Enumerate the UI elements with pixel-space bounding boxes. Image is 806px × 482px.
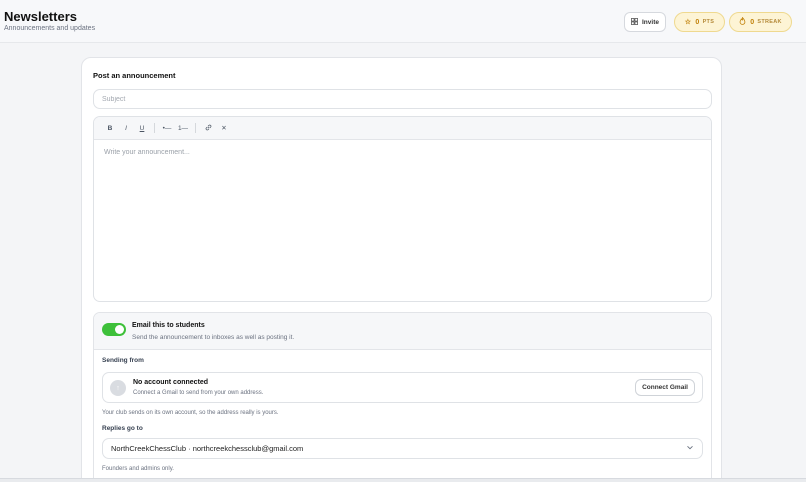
account-box: ↑ No account connected Connect a Gmail t… <box>102 372 703 403</box>
close-icon: ✕ <box>221 125 227 132</box>
page-header: Newsletters Announcements and updates In… <box>0 0 806 43</box>
grid-icon <box>631 17 638 27</box>
sending-from-label: Sending from <box>102 357 144 364</box>
chevron-down-icon <box>687 445 693 452</box>
points-unit: PTS <box>702 19 715 25</box>
replies-helper: Founders and admins only. <box>102 466 174 472</box>
bullet-list-button[interactable]: •— <box>159 120 175 136</box>
subject-input[interactable] <box>93 89 712 109</box>
bullet-list-icon: •— <box>162 124 172 132</box>
italic-button[interactable]: I <box>118 120 134 136</box>
link-icon <box>205 124 212 133</box>
invite-button[interactable]: Invite <box>624 12 666 32</box>
editor-placeholder: Write your announcement... <box>104 149 190 156</box>
clear-format-button[interactable]: ✕ <box>216 120 232 136</box>
invite-label: Invite <box>642 18 659 26</box>
replies-to-value: NorthCreekChessClub · northcreekchessclu… <box>111 444 304 453</box>
email-toggle[interactable] <box>102 323 126 336</box>
numbered-list-button[interactable]: 1— <box>175 120 191 136</box>
account-avatar-icon: ↑ <box>110 380 126 396</box>
replies-to-select[interactable]: NorthCreekChessClub · northcreekchessclu… <box>102 438 703 459</box>
link-button[interactable] <box>200 120 216 136</box>
star-icon: ☆ <box>684 19 692 26</box>
bold-icon: B <box>107 124 113 132</box>
email-toggle-description: Send the announcement to inboxes as well… <box>132 334 295 341</box>
connect-gmail-button[interactable]: Connect Gmail <box>635 379 695 396</box>
account-description: Connect a Gmail to send from your own ad… <box>133 390 264 396</box>
editor-body[interactable]: Write your announcement... <box>94 140 711 165</box>
streak-badge[interactable]: 0 STREAK <box>729 12 792 32</box>
announcement-editor: B I U •— 1— ✕ Write your announcement... <box>93 116 712 302</box>
italic-icon: I <box>125 124 127 132</box>
announcement-card: Post an announcement B I U •— 1— ✕ Write… <box>81 57 722 482</box>
bottom-scroll-edge <box>0 478 806 482</box>
toggle-knob <box>115 325 124 334</box>
card-title: Post an announcement <box>93 71 176 80</box>
email-toggle-row: Email this to students Send the announce… <box>94 313 711 350</box>
underline-icon: U <box>139 124 145 132</box>
flame-icon <box>739 16 746 27</box>
account-title: No account connected <box>133 379 209 386</box>
bold-button[interactable]: B <box>102 120 118 136</box>
underline-button[interactable]: U <box>134 120 150 136</box>
sending-from-helper: Your club sends on its own account, so t… <box>102 410 279 416</box>
email-section: Email this to students Send the announce… <box>93 312 712 482</box>
toolbar-divider <box>195 123 196 133</box>
toolbar-divider <box>154 123 155 133</box>
points-badge[interactable]: ☆ 0 PTS <box>674 12 725 32</box>
points-value: 0 <box>695 18 700 26</box>
page-title: Newsletters <box>4 9 77 24</box>
streak-value: 0 <box>750 18 755 26</box>
numbered-list-icon: 1— <box>177 124 189 132</box>
editor-toolbar: B I U •— 1— ✕ <box>94 117 711 140</box>
email-toggle-title: Email this to students <box>132 322 205 329</box>
replies-label: Replies go to <box>102 425 143 432</box>
streak-unit: STREAK <box>757 19 782 25</box>
page-subtitle: Announcements and updates <box>4 25 96 32</box>
